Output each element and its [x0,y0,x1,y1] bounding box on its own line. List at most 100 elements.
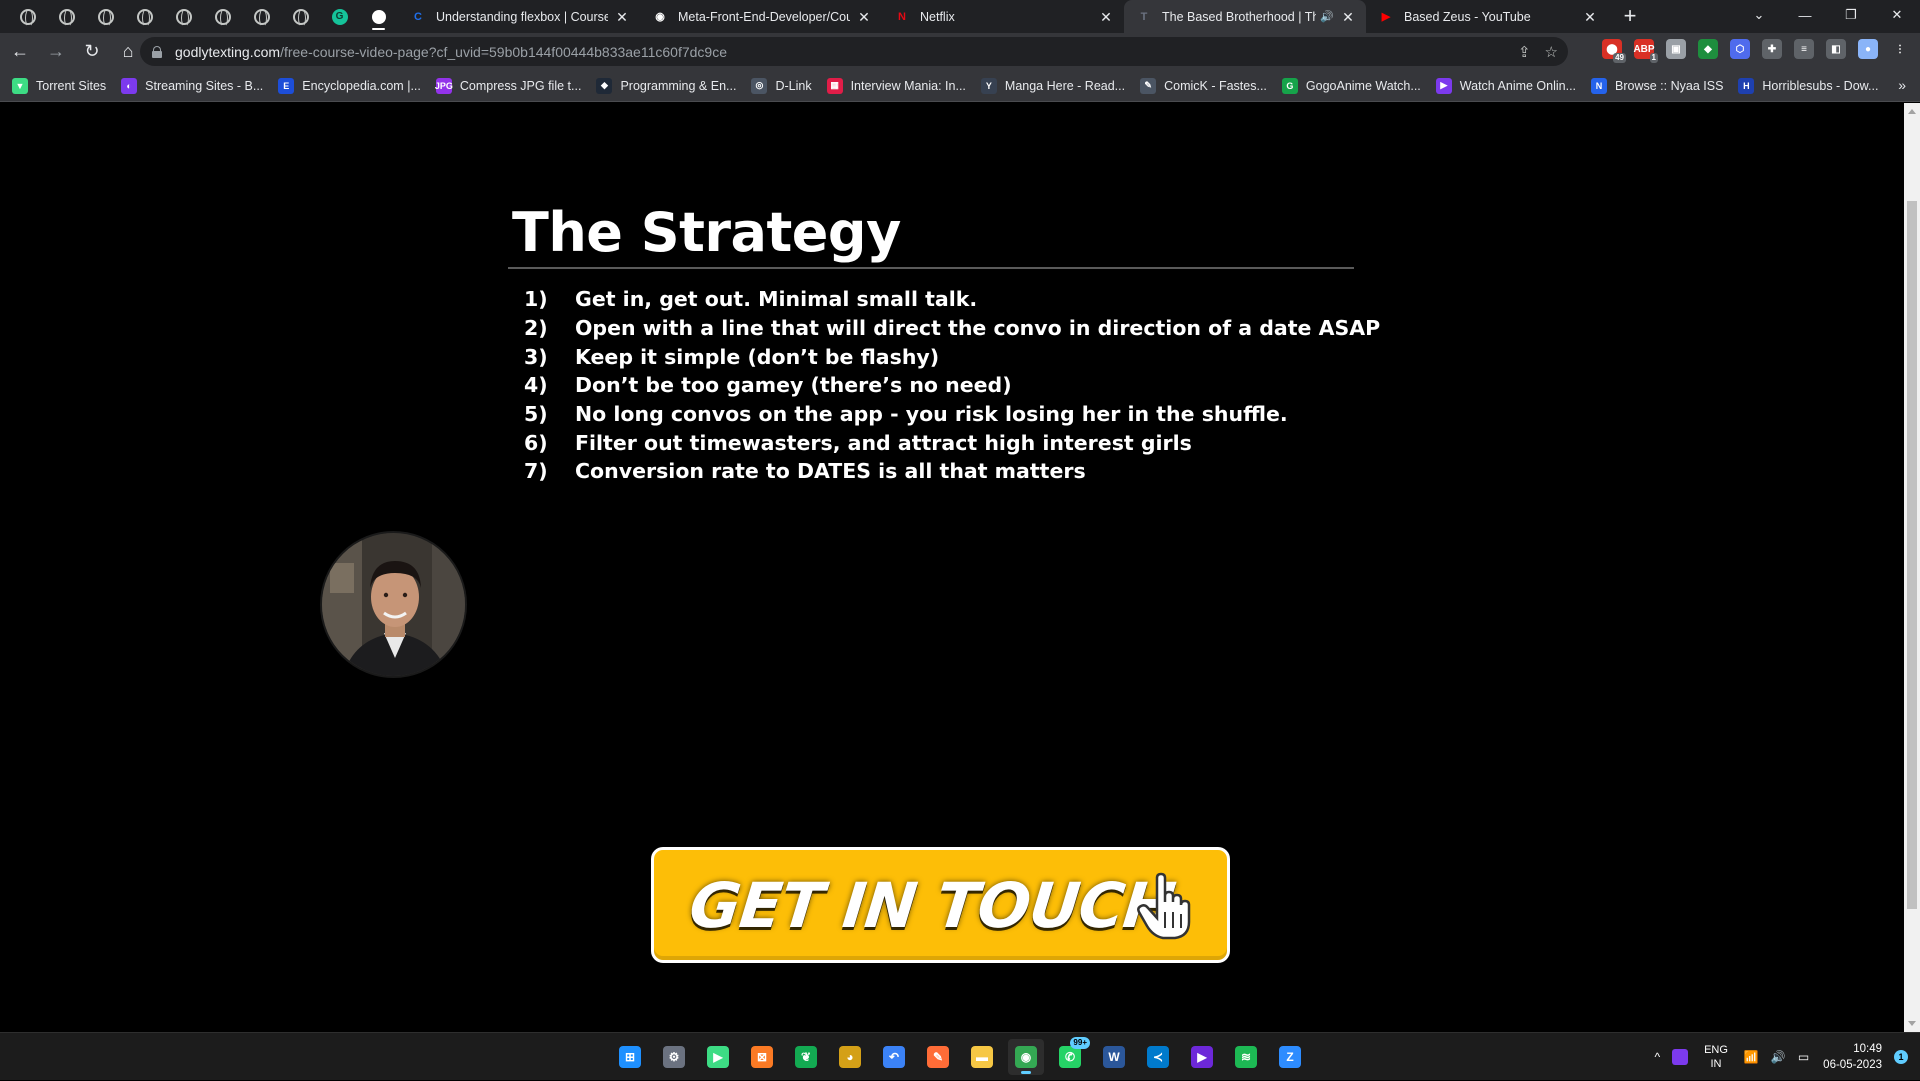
taskbar-app[interactable]: ◉ [1008,1039,1044,1075]
bookmark-item[interactable]: N Browse :: Nyaa ISS [1591,77,1723,94]
tab-close-icon[interactable]: ✕ [856,9,872,25]
menu-dots-icon[interactable]: ⋮ [1890,39,1910,59]
extension-red-icon[interactable]: ⬤ 49 [1602,39,1626,63]
wifi-icon[interactable]: 📶 [1744,1050,1759,1064]
profile-avatar-icon[interactable]: ● [1858,39,1878,59]
bookmark-item[interactable]: G GogoAnime Watch... [1281,77,1421,94]
taskbar-app[interactable]: ❦ [788,1039,824,1075]
pinned-tab[interactable] [203,0,242,33]
scroll-up-arrow-icon[interactable] [1908,109,1916,114]
browser-tab[interactable]: N Netflix ✕ [882,0,1124,33]
taskbar-app[interactable]: ⊞ [612,1039,648,1075]
extension-gray-icon[interactable]: ▣ [1666,39,1686,59]
clock[interactable]: 10:49 06-05-2023 [1823,1041,1882,1073]
forward-button[interactable]: → [40,36,72,68]
pinned-tab[interactable] [164,0,203,33]
browser-tab[interactable]: T The Based Brotherhood | The 🔊 ✕ [1124,0,1366,33]
browser-tab[interactable]: C Understanding flexbox | Coursera ✕ [398,0,640,33]
minimize-button[interactable]: — [1782,0,1828,30]
pinned-tab[interactable] [47,0,86,33]
jpg-icon: JPG [435,77,453,94]
taskbar-app[interactable]: ⚙ [656,1039,692,1075]
bookmark-item[interactable]: ◎ D-Link [751,77,812,94]
tab-audio-icon[interactable]: 🔊 [1320,10,1334,23]
bookmark-item[interactable]: ▼ Torrent Sites [12,77,106,94]
pinned-tab[interactable] [125,0,164,33]
side-panel-icon[interactable]: ◧ [1826,39,1846,59]
url-text[interactable]: godlytexting.com/free-course-video-page?… [175,44,727,60]
tab-close-icon[interactable]: ✕ [614,9,630,25]
bookmark-star-icon[interactable]: ☆ [1545,43,1558,61]
tab-search-dropdown-icon[interactable]: ⌄ [1736,0,1782,30]
language-code: ENG [1704,1044,1728,1056]
strategy-item-number: 5) [524,402,548,427]
pinned-tab[interactable] [281,0,320,33]
new-tab-button[interactable]: + [1616,2,1644,30]
page-scrollbar[interactable] [1904,103,1920,1032]
tab-close-icon[interactable]: ✕ [1098,9,1114,25]
restore-button[interactable]: ❐ [1828,0,1874,30]
bookmark-item[interactable]: ◆ Programming & En... [596,77,736,94]
taskbar-app[interactable]: ▶ [700,1039,736,1075]
bookmark-item[interactable]: Y Manga Here - Read... [980,77,1125,94]
notification-badge-icon[interactable]: 1 [1894,1050,1908,1064]
bookmark-item[interactable]: ▶ Watch Anime Onlin... [1435,77,1576,94]
url-path: /free-course-video-page?cf_uvid=59b0b144… [280,43,727,60]
tab-close-icon[interactable]: ✕ [1582,9,1598,25]
share-icon[interactable]: ⇪ [1518,43,1531,61]
android-studio-icon: ▶ [707,1046,729,1068]
taskbar-app[interactable]: W [1096,1039,1132,1075]
clock-date: 06-05-2023 [1823,1059,1882,1071]
taskbar-app[interactable]: ✆ 99+ [1052,1037,1090,1075]
pinned-tab[interactable]: G [320,0,359,33]
adblock-icon[interactable]: ABP 1 [1633,39,1658,63]
language-indicator[interactable]: ENG IN [1704,1043,1728,1071]
pinned-tabs: G [0,0,398,33]
pinned-tab[interactable] [8,0,47,33]
pinned-tab[interactable] [86,0,125,33]
taskbar-app[interactable]: ◕ [832,1039,868,1075]
browser-tab[interactable]: ▶ Based Zeus - YouTube ✕ [1366,0,1608,33]
taskbar-app[interactable]: ✎ [920,1039,956,1075]
scroll-down-arrow-icon[interactable] [1908,1021,1916,1026]
bookmark-item[interactable]: ✎ ComicK - Fastes... [1140,77,1267,94]
tab-close-icon[interactable]: ✕ [1340,9,1356,25]
pinned-tab[interactable] [242,0,281,33]
taskbar-app[interactable]: ↶ [876,1039,912,1075]
taskbar-app[interactable]: ▶ [1184,1039,1220,1075]
tray-app-icon[interactable] [1672,1049,1689,1065]
taskbar-app[interactable]: ≺ [1140,1039,1176,1075]
taskbar-app[interactable]: ≋ [1228,1039,1264,1075]
get-in-touch-button[interactable]: GET IN TOUCH [651,847,1230,963]
extension-green-icon[interactable]: ◆ [1698,39,1718,59]
address-bar[interactable]: godlytexting.com/free-course-video-page?… [140,37,1568,66]
pinned-tab[interactable] [359,0,398,33]
close-window-button[interactable]: ✕ [1874,0,1920,30]
bookmarks-overflow-icon[interactable]: » [1898,77,1906,93]
lock-icon[interactable] [152,45,162,58]
whatsapp-icon: ✆ [1059,1046,1081,1068]
browser-tab[interactable]: ◉ Meta-Front-End-Developer/Cou ✕ [640,0,882,33]
bookmark-item[interactable]: JPG Compress JPG file t... [435,77,581,94]
window-controls: ⌄ — ❐ ✕ [1736,0,1920,30]
extension-blue-icon[interactable]: ⬡ [1730,39,1750,59]
bookmark-item[interactable]: ▦ Interview Mania: In... [826,77,966,94]
taskbar-app[interactable]: ▬ [964,1039,1000,1075]
tray-overflow-chevron-icon[interactable]: ^ [1654,1050,1660,1064]
reading-list-icon[interactable]: ≡ [1794,39,1814,59]
strategy-item-text: Conversion rate to DATES is all that mat… [575,459,1086,484]
strategy-item-text: Get in, get out. Minimal small talk. [575,287,978,312]
bookmark-item[interactable]: E Encyclopedia.com |... [278,77,421,94]
back-button[interactable]: ← [4,36,36,68]
puzzle-icon[interactable]: ✚ [1762,39,1782,59]
taskbar-app[interactable]: ⊠ [744,1039,780,1075]
scroll-thumb[interactable] [1907,201,1917,909]
volume-icon[interactable]: 🔊 [1771,1050,1786,1064]
bookmark-item[interactable]: H Horriblesubs - Dow... [1738,77,1878,94]
reload-button[interactable]: ↻ [76,36,108,68]
taskbar-app[interactable]: Z [1272,1039,1308,1075]
battery-icon[interactable]: ▭ [1798,1050,1809,1064]
presenter-avatar-video[interactable] [320,531,467,678]
globe-icon [175,8,192,27]
bookmark-item[interactable]: ◐ Streaming Sites - B... [121,77,263,94]
